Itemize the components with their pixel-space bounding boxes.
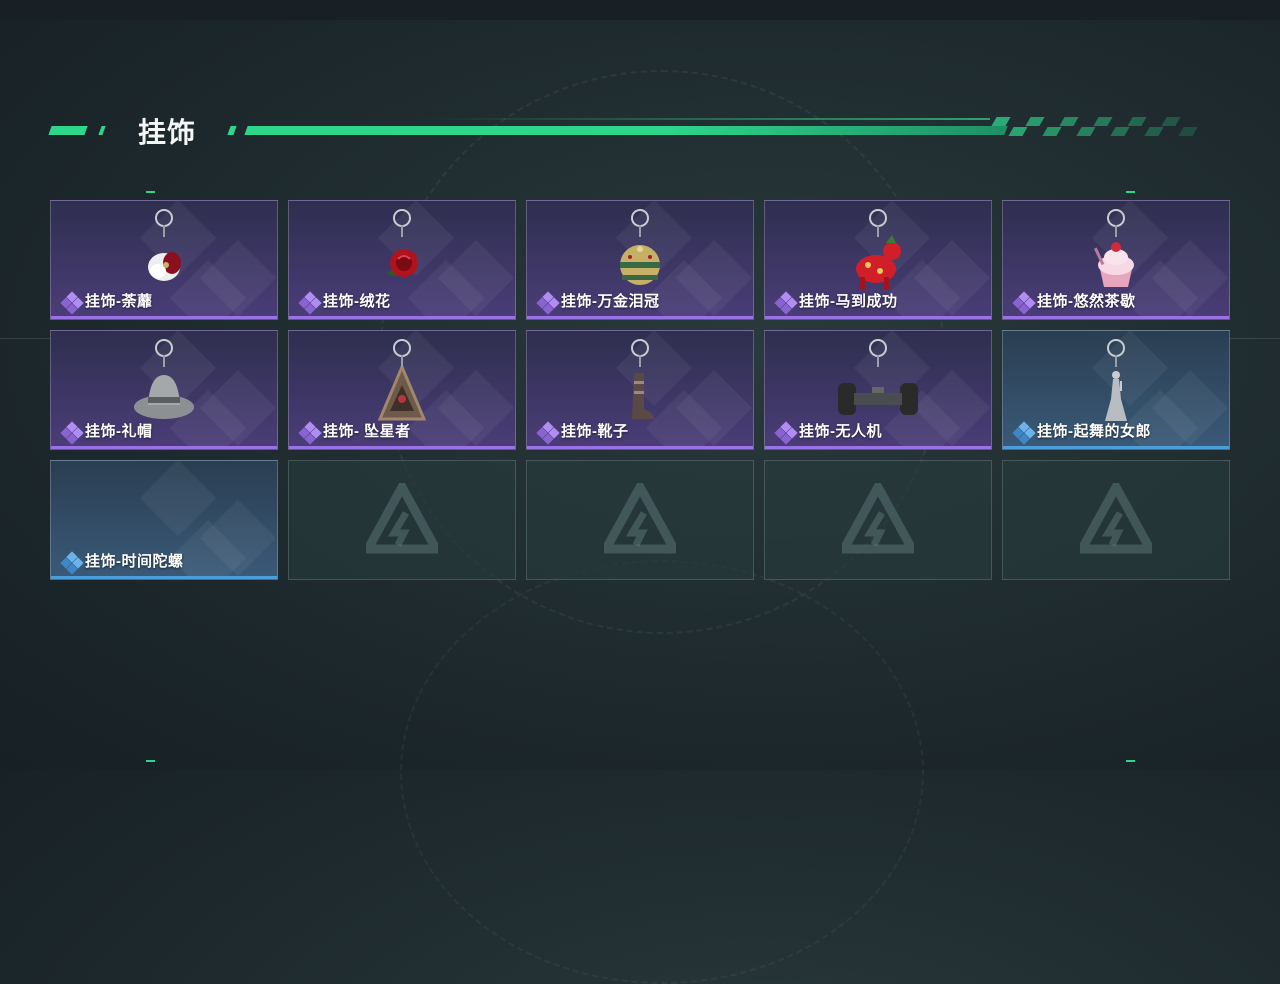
rarity-bar bbox=[527, 446, 753, 449]
charm-card[interactable]: 挂饰-起舞的女郎 bbox=[1002, 330, 1230, 450]
charm-name: 挂饰-无人机 bbox=[799, 423, 882, 440]
charm-card[interactable]: 挂饰-礼帽 bbox=[50, 330, 278, 450]
boot-charm-icon bbox=[600, 337, 680, 427]
header-thin-line bbox=[420, 118, 990, 120]
chain-icon bbox=[163, 355, 165, 367]
chain-icon bbox=[639, 225, 641, 237]
empty-charm-slot[interactable] bbox=[288, 460, 516, 580]
red-rose-charm-icon bbox=[362, 207, 442, 297]
game-logo-icon bbox=[836, 477, 920, 555]
charm-name: 挂饰-起舞的女郎 bbox=[1037, 423, 1151, 440]
charm-card[interactable]: 挂饰-时间陀螺 bbox=[50, 460, 278, 580]
game-logo-icon bbox=[1074, 477, 1158, 555]
rarity-diamond-icon bbox=[1012, 291, 1036, 315]
corner-tick bbox=[146, 191, 155, 193]
chain-icon bbox=[401, 225, 403, 237]
game-logo-icon bbox=[598, 477, 682, 555]
rarity-bar bbox=[765, 446, 991, 449]
right-edge-line bbox=[1230, 338, 1280, 339]
rarity-bar bbox=[51, 446, 277, 449]
empty-charm-slot[interactable] bbox=[764, 460, 992, 580]
dancer-figurine-charm-icon bbox=[1076, 337, 1156, 427]
charm-name: 挂饰-礼帽 bbox=[85, 423, 153, 440]
charm-name: 挂饰-绒花 bbox=[323, 293, 391, 310]
rarity-bar bbox=[765, 316, 991, 319]
chain-icon bbox=[1115, 225, 1117, 237]
chain-icon bbox=[1115, 355, 1117, 367]
rarity-diamond-icon bbox=[60, 551, 84, 575]
header-checker-pattern bbox=[991, 117, 1204, 137]
charm-card[interactable]: 挂饰-万金泪冠 bbox=[526, 200, 754, 320]
charm-card[interactable]: 挂饰-绒花 bbox=[288, 200, 516, 320]
charm-name: 挂饰-靴子 bbox=[561, 423, 629, 440]
charm-name: 挂饰-马到成功 bbox=[799, 293, 898, 310]
rarity-diamond-icon bbox=[774, 291, 798, 315]
triangle-pendant-charm-icon bbox=[362, 337, 442, 427]
rarity-diamond-icon bbox=[298, 291, 322, 315]
rarity-diamond-icon bbox=[1012, 421, 1036, 445]
empty-charm-slot[interactable] bbox=[1002, 460, 1230, 580]
section-header: 挂饰 bbox=[0, 105, 1280, 155]
drone-wheels-charm-icon bbox=[838, 337, 918, 427]
charm-card[interactable]: 挂饰-无人机 bbox=[764, 330, 992, 450]
charm-name: 挂饰- 坠星者 bbox=[323, 423, 411, 440]
cupcake-charm-icon bbox=[1076, 207, 1156, 297]
charm-name: 挂饰-荼蘼 bbox=[85, 293, 153, 310]
hat-charm-icon bbox=[124, 337, 204, 427]
chain-icon bbox=[639, 355, 641, 367]
rarity-diamond-icon bbox=[774, 421, 798, 445]
white-flower-charm-icon bbox=[124, 207, 204, 297]
background-arc-lower bbox=[400, 560, 924, 984]
golden-crown-charm-icon bbox=[600, 207, 680, 297]
rarity-bar bbox=[289, 316, 515, 319]
corner-tick bbox=[1126, 191, 1135, 193]
charm-name: 挂饰-悠然茶歇 bbox=[1037, 293, 1136, 310]
rarity-bar bbox=[51, 576, 277, 579]
rarity-bar bbox=[1003, 446, 1229, 449]
corner-tick bbox=[1126, 760, 1135, 762]
header-accent-bar bbox=[48, 126, 88, 135]
chain-icon bbox=[877, 355, 879, 367]
charm-name: 挂饰-万金泪冠 bbox=[561, 293, 660, 310]
rarity-bar bbox=[1003, 316, 1229, 319]
top-bar bbox=[0, 0, 1280, 20]
chain-icon bbox=[163, 225, 165, 237]
charm-card[interactable]: 挂饰-马到成功 bbox=[764, 200, 992, 320]
header-accent-dot bbox=[98, 126, 106, 135]
red-horse-charm-icon bbox=[838, 207, 918, 297]
chain-icon bbox=[877, 225, 879, 237]
rarity-diamond-icon bbox=[60, 291, 84, 315]
charm-card[interactable]: 挂饰-靴子 bbox=[526, 330, 754, 450]
rarity-bar bbox=[289, 446, 515, 449]
rarity-bar bbox=[527, 316, 753, 319]
corner-tick bbox=[146, 760, 155, 762]
rarity-diamond-icon bbox=[298, 421, 322, 445]
header-accent-small bbox=[227, 126, 237, 135]
empty-charm-slot[interactable] bbox=[526, 460, 754, 580]
rarity-diamond-icon bbox=[536, 291, 560, 315]
game-logo-icon bbox=[360, 477, 444, 555]
rarity-diamond-icon bbox=[60, 421, 84, 445]
charm-card[interactable]: 挂饰-荼蘼 bbox=[50, 200, 278, 320]
rarity-diamond-icon bbox=[536, 421, 560, 445]
left-edge-line bbox=[0, 338, 50, 339]
rarity-bar bbox=[51, 316, 277, 319]
page-title: 挂饰 bbox=[138, 117, 197, 148]
chain-icon bbox=[401, 355, 403, 367]
charm-card[interactable]: 挂饰- 坠星者 bbox=[288, 330, 516, 450]
charm-name: 挂饰-时间陀螺 bbox=[85, 553, 184, 570]
header-main-bar bbox=[244, 126, 1008, 135]
charm-card[interactable]: 挂饰-悠然茶歇 bbox=[1002, 200, 1230, 320]
